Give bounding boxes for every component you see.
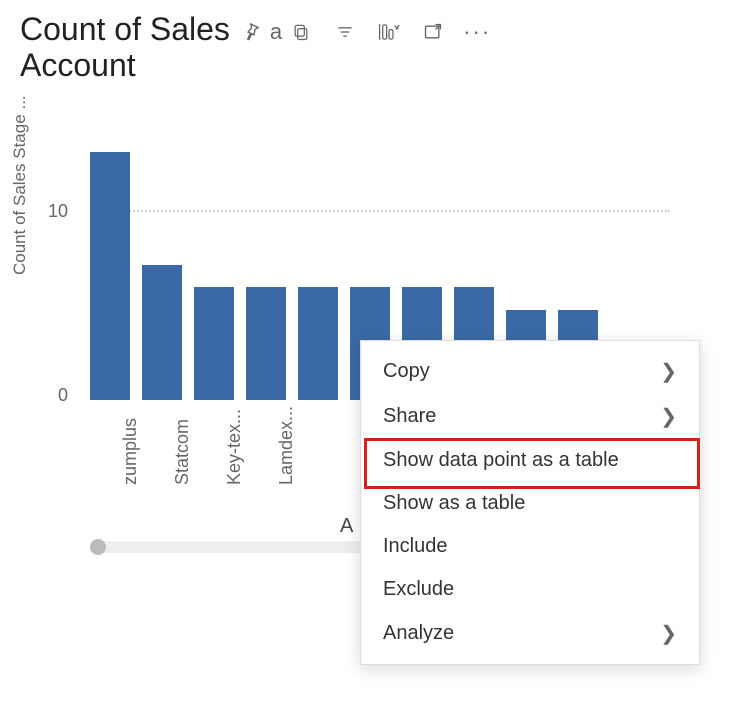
x-tick-label: Statcom: [172, 445, 193, 485]
bar[interactable]: [194, 287, 234, 400]
pin-icon[interactable]: [240, 21, 262, 43]
bar[interactable]: [246, 287, 286, 400]
context-menu: Copy ❯ Share ❯ Show data point as a tabl…: [360, 340, 700, 665]
context-menu-copy[interactable]: Copy ❯: [361, 349, 699, 394]
bar[interactable]: [142, 265, 182, 400]
context-menu-label: Analyze: [383, 622, 454, 645]
visual-title-line2: Account: [20, 46, 420, 84]
visual-title: Count of Sales: [20, 10, 230, 48]
visual-toolbar: a: [240, 13, 488, 45]
title-text-line1: Count of Sales: [20, 11, 230, 47]
chevron-right-icon: ❯: [660, 621, 677, 646]
chevron-right-icon: ❯: [660, 359, 677, 384]
title-truncated-char: a: [270, 19, 282, 45]
context-menu-label: Exclude: [383, 578, 454, 601]
y-tick-label: 0: [58, 385, 68, 406]
context-menu-analyze[interactable]: Analyze ❯: [361, 611, 699, 656]
x-tick-label: zumplus: [120, 445, 141, 485]
context-menu-label: Show as a table: [383, 492, 525, 515]
x-axis-title: A: [340, 515, 353, 538]
y-axis-title: Count of Sales Stage ...: [10, 95, 30, 275]
more-options-icon[interactable]: ···: [466, 21, 488, 43]
bar[interactable]: [90, 152, 130, 400]
context-menu-label: Show data point as a table: [383, 449, 619, 472]
scrollbar-thumb[interactable]: [90, 539, 106, 555]
context-menu-label: Share: [383, 405, 436, 428]
bar[interactable]: [298, 287, 338, 400]
visual-container: Count of Sales a: [0, 0, 740, 505]
x-tick-label: Lamdex...: [276, 445, 297, 485]
spotlight-icon[interactable]: [378, 21, 400, 43]
context-menu-show-data-point[interactable]: Show data point as a table: [361, 439, 699, 482]
context-menu-share[interactable]: Share ❯: [361, 394, 699, 439]
context-menu-show-as-table[interactable]: Show as a table: [361, 482, 699, 525]
context-menu-exclude[interactable]: Exclude: [361, 568, 699, 611]
title-text-line2: Account: [20, 46, 420, 84]
copy-icon[interactable]: [290, 21, 312, 43]
filter-icon[interactable]: [334, 21, 356, 43]
x-tick-label: Key-tex...: [224, 445, 245, 485]
chevron-right-icon: ❯: [660, 404, 677, 429]
context-menu-label: Include: [383, 535, 448, 558]
focus-mode-icon[interactable]: [422, 21, 444, 43]
y-tick-label: 10: [48, 201, 68, 222]
context-menu-include[interactable]: Include: [361, 525, 699, 568]
title-row: Count of Sales a: [20, 10, 720, 48]
x-tick-label: [328, 445, 349, 485]
context-menu-label: Copy: [383, 360, 430, 383]
